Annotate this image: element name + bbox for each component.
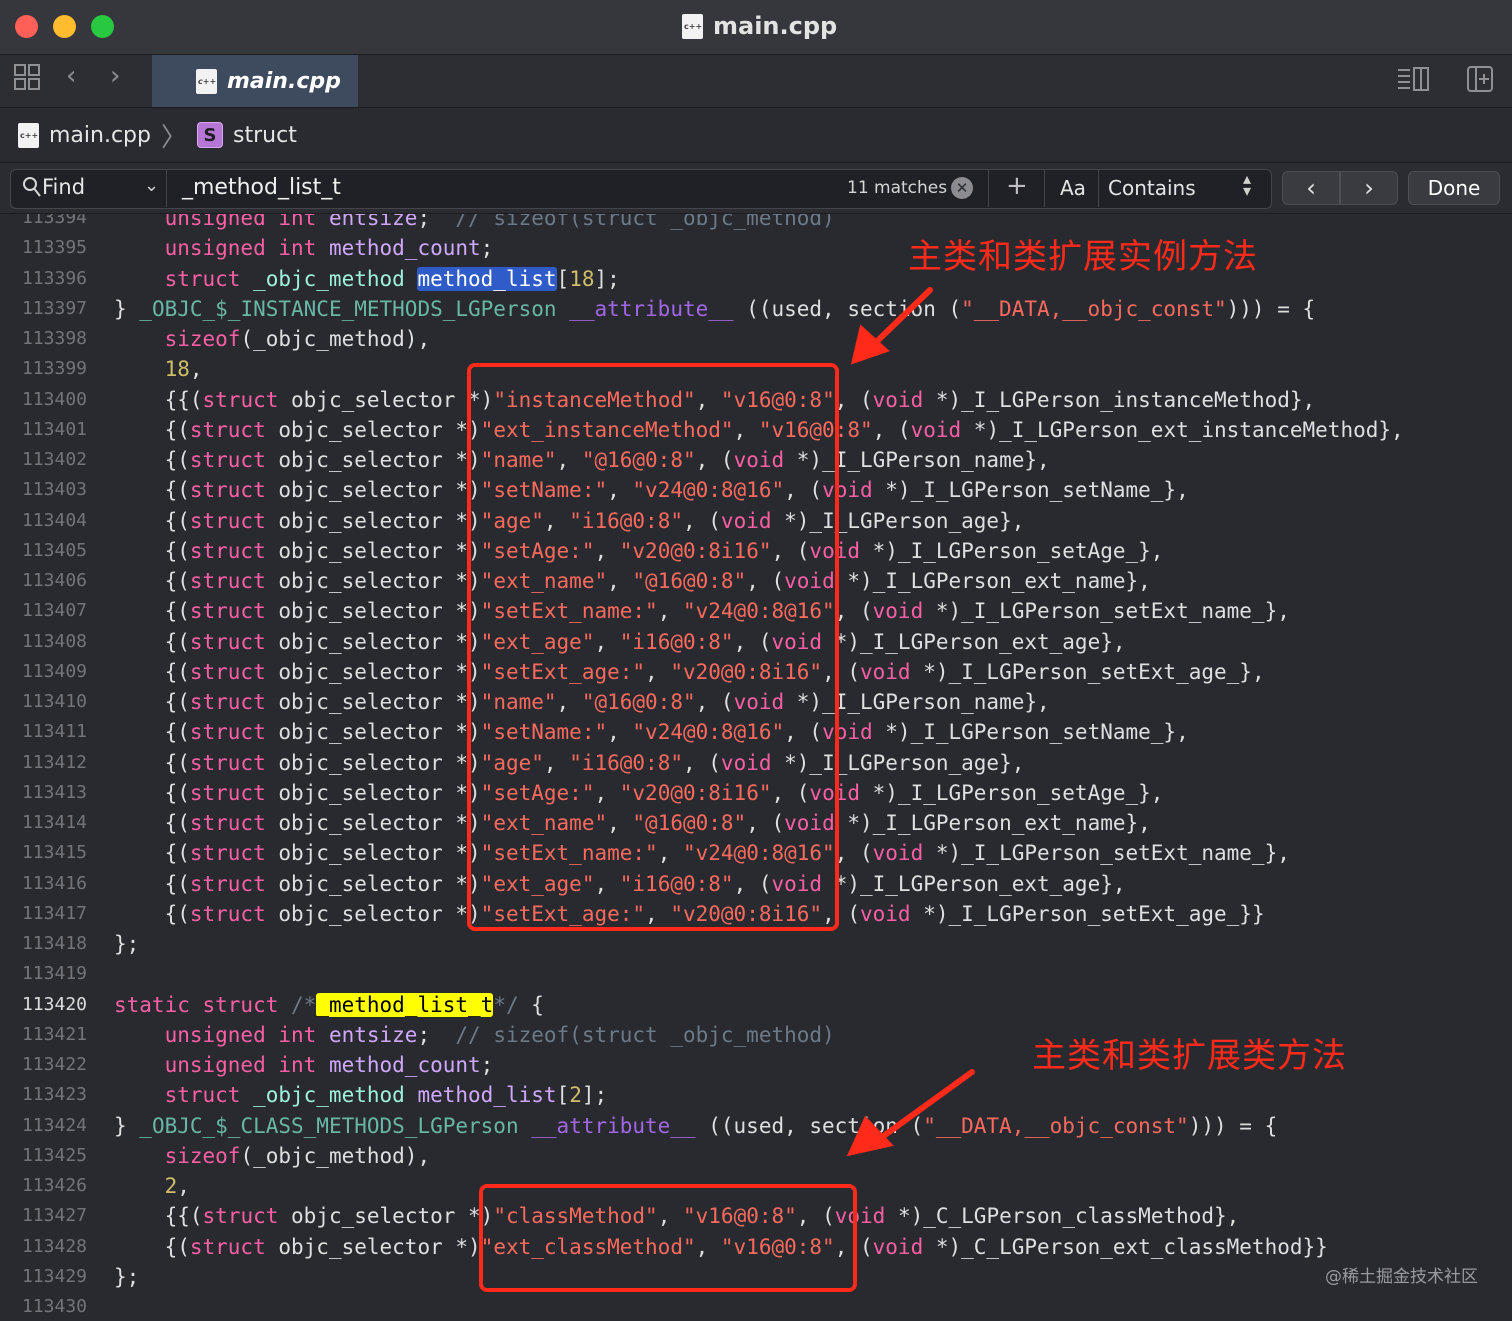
divider	[1044, 169, 1045, 207]
add-pattern-icon[interactable]: +	[1006, 171, 1028, 201]
add-editor-icon[interactable]	[1466, 65, 1494, 100]
arrow-class-head	[846, 1115, 894, 1157]
minimize-window-button[interactable]	[53, 15, 76, 38]
match-case-toggle[interactable]: Aa	[1060, 176, 1086, 200]
annotation-arrows	[846, 287, 975, 1157]
window-title-text: main.cpp	[713, 12, 838, 40]
chevron-down-icon[interactable]: ⌄	[144, 175, 159, 196]
search-input[interactable]: _method_list_t	[182, 175, 341, 200]
match-mode-select[interactable]: Contains	[1108, 176, 1196, 200]
cpp-file-icon	[196, 68, 217, 94]
tab-bar: ‹ › main.cpp	[0, 55, 1512, 108]
jump-bar: main.cpp 〉 S struct	[0, 108, 1512, 163]
next-match-button[interactable]: ›	[1340, 171, 1398, 205]
divider	[1098, 169, 1099, 207]
struct-symbol-icon: S	[197, 122, 224, 148]
previous-match-button[interactable]: ‹	[1282, 171, 1340, 205]
back-chevron-icon[interactable]: ‹	[66, 61, 76, 91]
xcode-window: main.cpp ‹ › main.cpp main.cpp 〉 S struc…	[0, 0, 1512, 1321]
tab-main-cpp[interactable]: main.cpp	[152, 55, 358, 107]
annotation-class-label: 主类和类扩展类方法	[1032, 1036, 1347, 1076]
chevron-left-icon: ‹	[1306, 174, 1316, 202]
zoom-window-button[interactable]	[91, 15, 114, 38]
code-editor[interactable]: 113394 unsigned int entsize; // sizeof(s…	[0, 214, 1512, 1321]
grid-icon[interactable]	[13, 63, 41, 98]
cpp-file-icon	[18, 122, 39, 148]
title-bar: main.cpp	[0, 0, 1512, 55]
arrow-instance-head	[850, 324, 890, 365]
chevron-right-icon: ›	[1364, 174, 1374, 202]
annotation-instance-label: 主类和类扩展实例方法	[908, 237, 1258, 277]
inspector-toggle-icon[interactable]	[1396, 65, 1432, 100]
watermark: @稀土掘金技术社区	[1325, 1267, 1478, 1287]
window-title: main.cpp	[682, 10, 837, 42]
breadcrumb-separator-icon: 〉	[161, 122, 188, 153]
clear-search-icon[interactable]: ✕	[951, 177, 973, 199]
find-bar: Find ⌄ _method_list_t 11 matches + Aa Co…	[0, 163, 1512, 214]
find-mode-label[interactable]: Find	[42, 175, 85, 199]
done-button[interactable]: Done	[1408, 171, 1500, 205]
breadcrumb-file[interactable]: main.cpp	[49, 123, 151, 148]
match-count: 11 matches	[847, 178, 948, 198]
search-icon[interactable]	[22, 176, 42, 202]
close-window-button[interactable]	[15, 15, 38, 38]
forward-chevron-icon[interactable]: ›	[110, 61, 120, 91]
divider	[166, 169, 167, 207]
arrow-class-line	[875, 1069, 975, 1143]
breadcrumb-symbol[interactable]: struct	[233, 123, 297, 148]
divider	[988, 169, 989, 207]
tab-label: main.cpp	[227, 68, 341, 94]
updown-chevron-icon[interactable]: ▴ ▾	[1243, 171, 1251, 199]
cpp-file-icon	[682, 13, 703, 39]
